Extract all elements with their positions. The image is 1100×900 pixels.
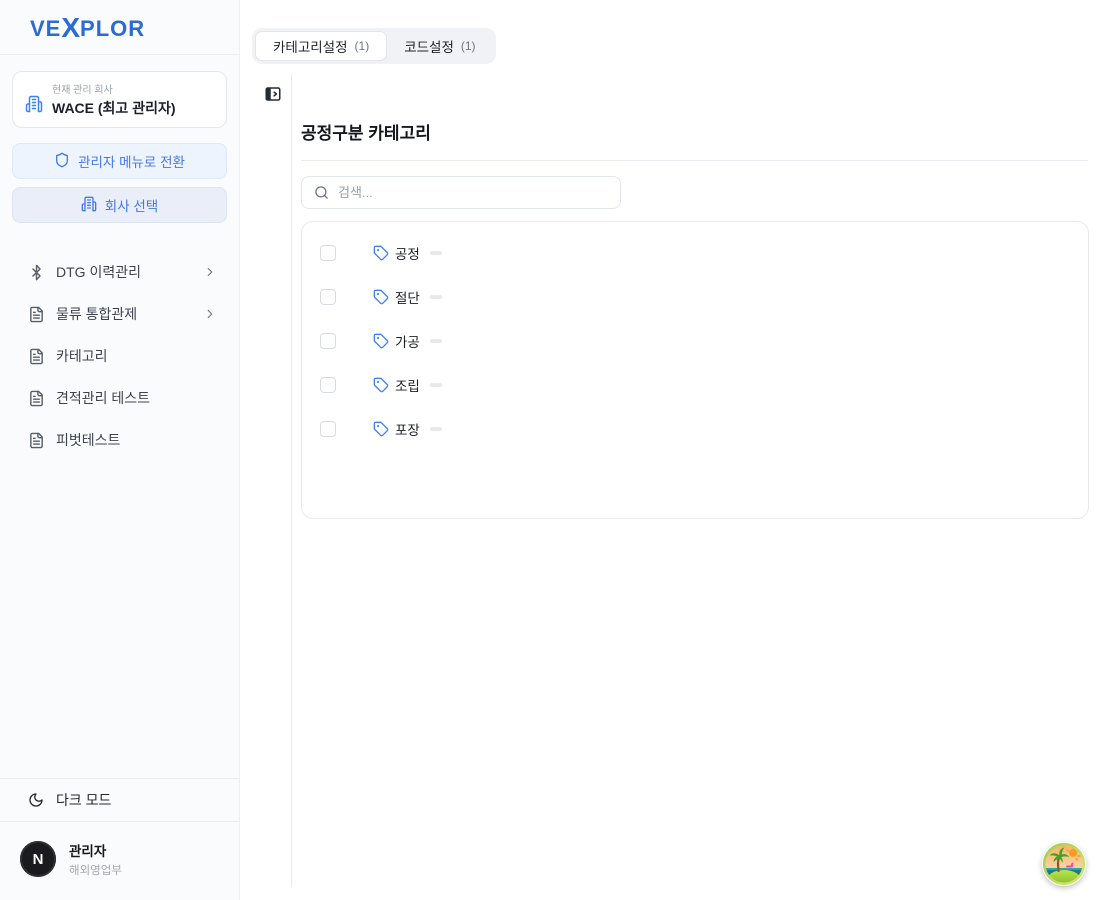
moon-icon [28,792,44,808]
category-dash [430,339,442,343]
dark-mode-toggle[interactable]: 다크 모드 [0,778,239,822]
tab-category-settings[interactable]: 카테고리설정 (1) [255,31,387,61]
user-name: 관리자 [69,840,122,860]
document-icon [28,390,45,407]
company-select-label: 회사 선택 [105,195,158,215]
tag-icon [373,421,389,437]
tag-icon [373,333,389,349]
category-label: 공정 [395,243,420,263]
app-window: VEXPLOR 현재 관리 회사 WACE (최고 관리자) 관리자 메뉴로 전… [0,0,1100,900]
category-checkbox[interactable] [320,289,336,305]
category-row[interactable]: 공정 [302,231,1088,275]
category-label: 조립 [395,375,420,395]
chevron-right-icon [203,265,217,279]
category-list-card: 공정 절단 가공 [301,221,1089,519]
building-icon [81,196,97,215]
category-row[interactable]: 조립 [302,363,1088,407]
category-checkbox[interactable] [320,333,336,349]
chevron-right-icon [203,307,217,321]
building-icon [25,95,43,118]
company-card-label: 현재 관리 회사 [52,81,176,96]
category-row[interactable]: 가공 [302,319,1088,363]
category-checkbox[interactable] [320,421,336,437]
tag-icon [373,245,389,261]
category-checkbox[interactable] [320,377,336,393]
category-dash [430,383,442,387]
category-checkbox[interactable] [320,245,336,261]
tag-icon [373,377,389,393]
sidebar-collapse-button[interactable] [264,85,282,103]
category-dash [430,427,442,431]
tab-count: (1) [355,39,370,53]
category-panel: 공정구분 카테고리 공정 [291,75,1100,887]
sidebar-item-quote-test[interactable]: 견적관리 테스트 [0,377,239,419]
main-content: 카테고리설정 (1) 코드설정 (1) 공정구분 카테고리 [240,0,1100,900]
sidebar-bottom: 다크 모드 N 관리자 해외영업부 [0,778,239,900]
current-company-card: 현재 관리 회사 WACE (최고 관리자) [12,71,227,128]
document-icon [28,432,45,449]
sidebar-item-label: 피벗테스트 [56,430,217,450]
sidebar: VEXPLOR 현재 관리 회사 WACE (최고 관리자) 관리자 메뉴로 전… [0,0,240,900]
tropical-island-widget-button[interactable] [1042,842,1086,886]
avatar: N [20,841,56,877]
logo-x: X [61,12,80,44]
category-label: 포장 [395,419,420,439]
panel-toggle-icon [264,85,282,103]
section-title: 공정구분 카테고리 [301,119,1088,144]
company-select-button[interactable]: 회사 선택 [12,187,227,223]
bluetooth-icon [28,264,45,281]
avatar-initial: N [33,851,44,868]
logo-text: PLOR [80,16,145,42]
category-dash [430,251,442,255]
dark-mode-label: 다크 모드 [56,790,111,810]
category-label: 절단 [395,287,420,307]
tag-icon [373,289,389,305]
divider [301,160,1088,161]
sidebar-item-logistics-control[interactable]: 물류 통합관제 [0,293,239,335]
sidebar-item-pivot-test[interactable]: 피벗테스트 [0,419,239,461]
tab-count: (1) [461,39,476,53]
tab-code-settings[interactable]: 코드설정 (1) [387,31,492,61]
search-input[interactable] [338,185,620,200]
sidebar-item-label: DTG 이력관리 [56,262,192,282]
document-icon [28,306,45,323]
sidebar-item-category[interactable]: 카테고리 [0,335,239,377]
search-icon [314,185,329,200]
category-dash [430,295,442,299]
tab-label: 카테고리설정 [273,36,348,56]
document-icon [28,348,45,365]
user-profile[interactable]: N 관리자 해외영업부 [0,822,239,900]
switch-admin-menu-button[interactable]: 관리자 메뉴로 전환 [12,143,227,179]
category-label: 가공 [395,331,420,351]
logo-row: VEXPLOR [0,0,239,55]
tropical-island-icon [1042,842,1086,886]
sidebar-item-dtg-history[interactable]: DTG 이력관리 [0,251,239,293]
category-search [301,176,621,209]
category-row[interactable]: 포장 [302,407,1088,451]
shield-icon [54,152,70,171]
sidebar-item-label: 물류 통합관제 [56,304,192,324]
switch-admin-menu-label: 관리자 메뉴로 전환 [78,151,185,171]
sidebar-item-label: 카테고리 [56,346,217,366]
tab-label: 코드설정 [404,36,454,56]
user-department: 해외영업부 [69,862,122,878]
settings-tabs: 카테고리설정 (1) 코드설정 (1) [252,28,496,64]
vexplor-logo[interactable]: VEXPLOR [30,11,145,43]
sidebar-item-label: 견적관리 테스트 [56,388,217,408]
category-row[interactable]: 절단 [302,275,1088,319]
company-card-name: WACE (최고 관리자) [52,98,176,118]
logo-text: VE [30,16,61,42]
sidebar-nav: DTG 이력관리 물류 통합관제 카테고리 견적관리 테스트 피벗테스트 [0,251,239,461]
